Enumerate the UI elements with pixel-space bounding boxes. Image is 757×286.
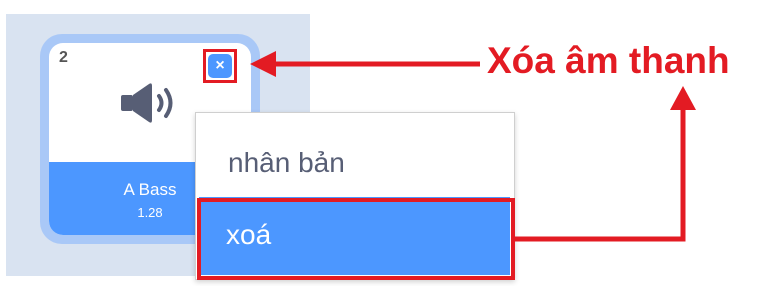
arrow-from-delete-item: [515, 86, 696, 242]
arrow-to-delete-button: [250, 51, 480, 77]
callout-label: Xóa âm thanh: [487, 40, 730, 81]
